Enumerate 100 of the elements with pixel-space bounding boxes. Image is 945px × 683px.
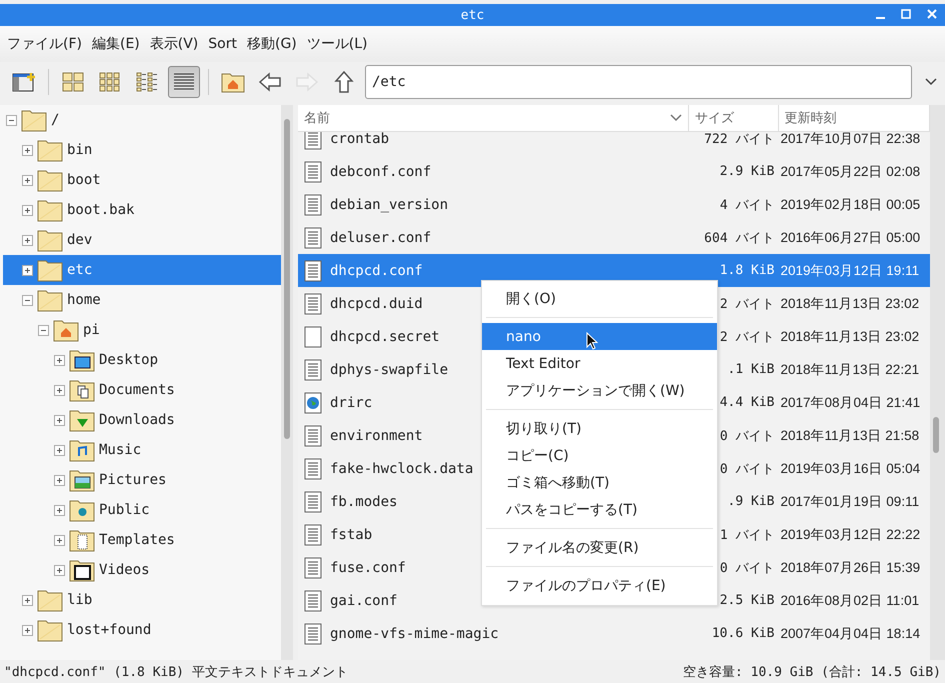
file-name[interactable]: drirc [330, 394, 372, 410]
column-header[interactable]: サイズ [689, 105, 779, 131]
file-name[interactable]: debconf.conf [330, 164, 432, 180]
tree-item[interactable]: Downloads [3, 405, 281, 435]
file-size: .9 KiB [726, 494, 774, 509]
file-size: 0 バイト [718, 460, 774, 478]
menu-item[interactable]: Text Editor [482, 350, 717, 377]
tree-item[interactable]: Music [3, 435, 281, 465]
file-size: 722 バイト [703, 132, 774, 148]
menu-item[interactable]: 開く(O) [482, 285, 717, 312]
menu-item[interactable]: nano [482, 323, 717, 350]
file-name[interactable]: fb.modes [330, 494, 398, 510]
file-name[interactable]: gnome-vfs-mime-magic [330, 626, 499, 642]
expand-icon[interactable] [22, 204, 33, 216]
tree-item[interactable]: pi [3, 315, 281, 345]
menu-item[interactable]: 切り取り(T) [482, 415, 717, 442]
expand-icon[interactable] [54, 564, 65, 576]
expand-icon[interactable] [54, 534, 65, 546]
grid-view-icon [99, 72, 121, 92]
tree-item[interactable]: etc [3, 255, 281, 285]
file-name[interactable]: dhcpcd.secret [330, 328, 440, 344]
expand-icon[interactable] [54, 504, 65, 516]
expand-icon[interactable] [54, 354, 65, 366]
status-text: "dhcpcd.conf" (1.8 KiB) 平文テキストドキュメント [4, 664, 348, 680]
tree-item[interactable]: Videos [3, 555, 281, 585]
file-size: 1.8 KiB [718, 263, 774, 278]
file-name[interactable]: fstab [330, 526, 372, 542]
file-name[interactable]: gai.conf [330, 592, 398, 608]
file-size: 1 バイト [718, 526, 774, 544]
toolbar-button[interactable] [168, 66, 200, 98]
folder-icon [69, 498, 95, 522]
menu-item[interactable]: ファイル名の変更(R) [482, 534, 717, 561]
expand-icon[interactable] [22, 624, 33, 636]
file-date: 2019年03月12日 19:11 [779, 262, 920, 280]
file-size: 604 バイト [703, 230, 774, 246]
tree-item[interactable]: boot [3, 165, 281, 195]
menu-item[interactable]: ファイル(F) [4, 35, 85, 53]
tree-item[interactable]: home [3, 285, 281, 315]
expand-icon[interactable] [22, 144, 33, 156]
menu-item[interactable]: 移動(G) [244, 35, 300, 53]
menu-item[interactable]: 表示(V) [146, 35, 202, 53]
tree-item[interactable]: Public [3, 495, 281, 525]
file-name[interactable]: debian_version [330, 196, 448, 212]
tree-item[interactable]: boot.bak [3, 195, 281, 225]
icon-view-icon [62, 72, 84, 92]
menu-item[interactable]: ゴミ箱へ移動(T) [482, 469, 717, 496]
expand-icon[interactable] [54, 474, 65, 486]
menu-item[interactable]: コピー(C) [482, 442, 717, 469]
folder-icon [37, 288, 63, 312]
collapse-icon[interactable] [38, 324, 49, 336]
file-name[interactable]: deluser.conf [330, 230, 432, 246]
expand-icon[interactable] [54, 444, 65, 456]
file-name[interactable]: dhcpcd.conf [330, 262, 423, 278]
file-date: 2018年11月13日 22:21 [779, 360, 920, 378]
tree-item[interactable]: lib [3, 585, 281, 615]
tree-item[interactable]: Templates [3, 525, 281, 555]
expand-icon[interactable] [54, 384, 65, 396]
expand-icon[interactable] [22, 594, 33, 606]
file-name[interactable]: dphys-swapfile [330, 362, 448, 378]
collapse-icon[interactable] [6, 114, 17, 126]
file-size: 2.5 KiB [718, 593, 774, 608]
tree-item[interactable]: dev [3, 225, 281, 255]
collapse-icon[interactable] [22, 294, 33, 306]
scrollbar[interactable] [930, 105, 945, 660]
expand-icon[interactable] [54, 414, 65, 426]
tree-item[interactable]: Pictures [3, 465, 281, 495]
file-date: 2016年06月27日 05:00 [779, 228, 922, 246]
file-size: .1 KiB [726, 362, 774, 377]
text-file-icon [304, 358, 322, 380]
folder-icon [37, 138, 63, 162]
scrollbar[interactable] [281, 105, 293, 660]
menu-item[interactable]: ファイルのプロパティ(E) [482, 572, 717, 599]
folder-icon [69, 378, 95, 402]
maximize-button[interactable] [899, 7, 913, 21]
expand-icon[interactable] [22, 234, 33, 246]
file-name[interactable]: fuse.conf [330, 560, 406, 576]
tree-item[interactable]: / [3, 105, 281, 135]
tree-item[interactable]: Documents [3, 375, 281, 405]
file-name[interactable]: fake-hwclock.data [330, 460, 474, 476]
close-button[interactable] [925, 7, 939, 21]
folder-icon [37, 228, 63, 252]
tree-item[interactable]: Desktop [3, 345, 281, 375]
home-icon [221, 71, 245, 93]
menu-item[interactable]: ツール(L) [304, 35, 370, 53]
tree-item[interactable]: bin [3, 135, 281, 165]
tree-item[interactable]: lost+found [3, 615, 281, 645]
column-header[interactable]: 名前 [298, 105, 690, 131]
expand-icon[interactable] [22, 174, 33, 186]
menu-item[interactable]: パスをコピーする(T) [482, 496, 717, 523]
menu-item[interactable]: 編集(E) [88, 35, 143, 53]
file-name[interactable]: environment [330, 428, 423, 444]
file-name[interactable]: dhcpcd.duid [330, 296, 423, 312]
menu-item[interactable]: Sort [205, 36, 240, 52]
menu-item[interactable]: アプリケーションで開く(W) [482, 377, 717, 404]
file-name[interactable]: crontab [330, 132, 390, 146]
file-date: 2019年03月16日 05:04 [779, 460, 922, 478]
path-field[interactable]: /etc [365, 65, 912, 99]
expand-icon[interactable] [22, 264, 33, 276]
file-size: 10.6 KiB [710, 626, 774, 641]
file-date: 2017年08月04日 21:41 [779, 394, 922, 412]
